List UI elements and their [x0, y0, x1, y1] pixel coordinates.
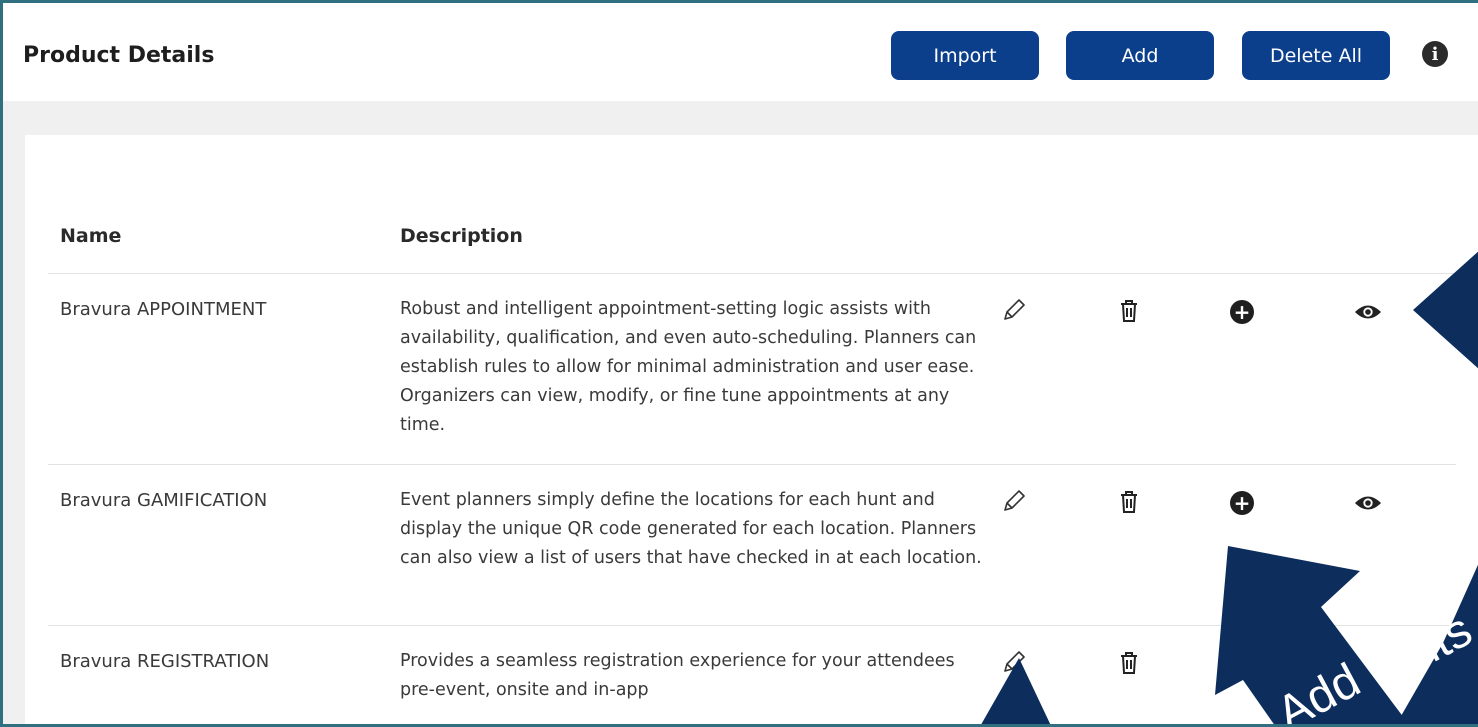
annotation-arrows [981, 251, 1478, 724]
arrow-pointing-to-eye [1413, 251, 1478, 369]
arrow-pointing-to-pencil [981, 658, 1051, 724]
app-frame: Product Details Import Add Delete All i … [0, 0, 1478, 727]
